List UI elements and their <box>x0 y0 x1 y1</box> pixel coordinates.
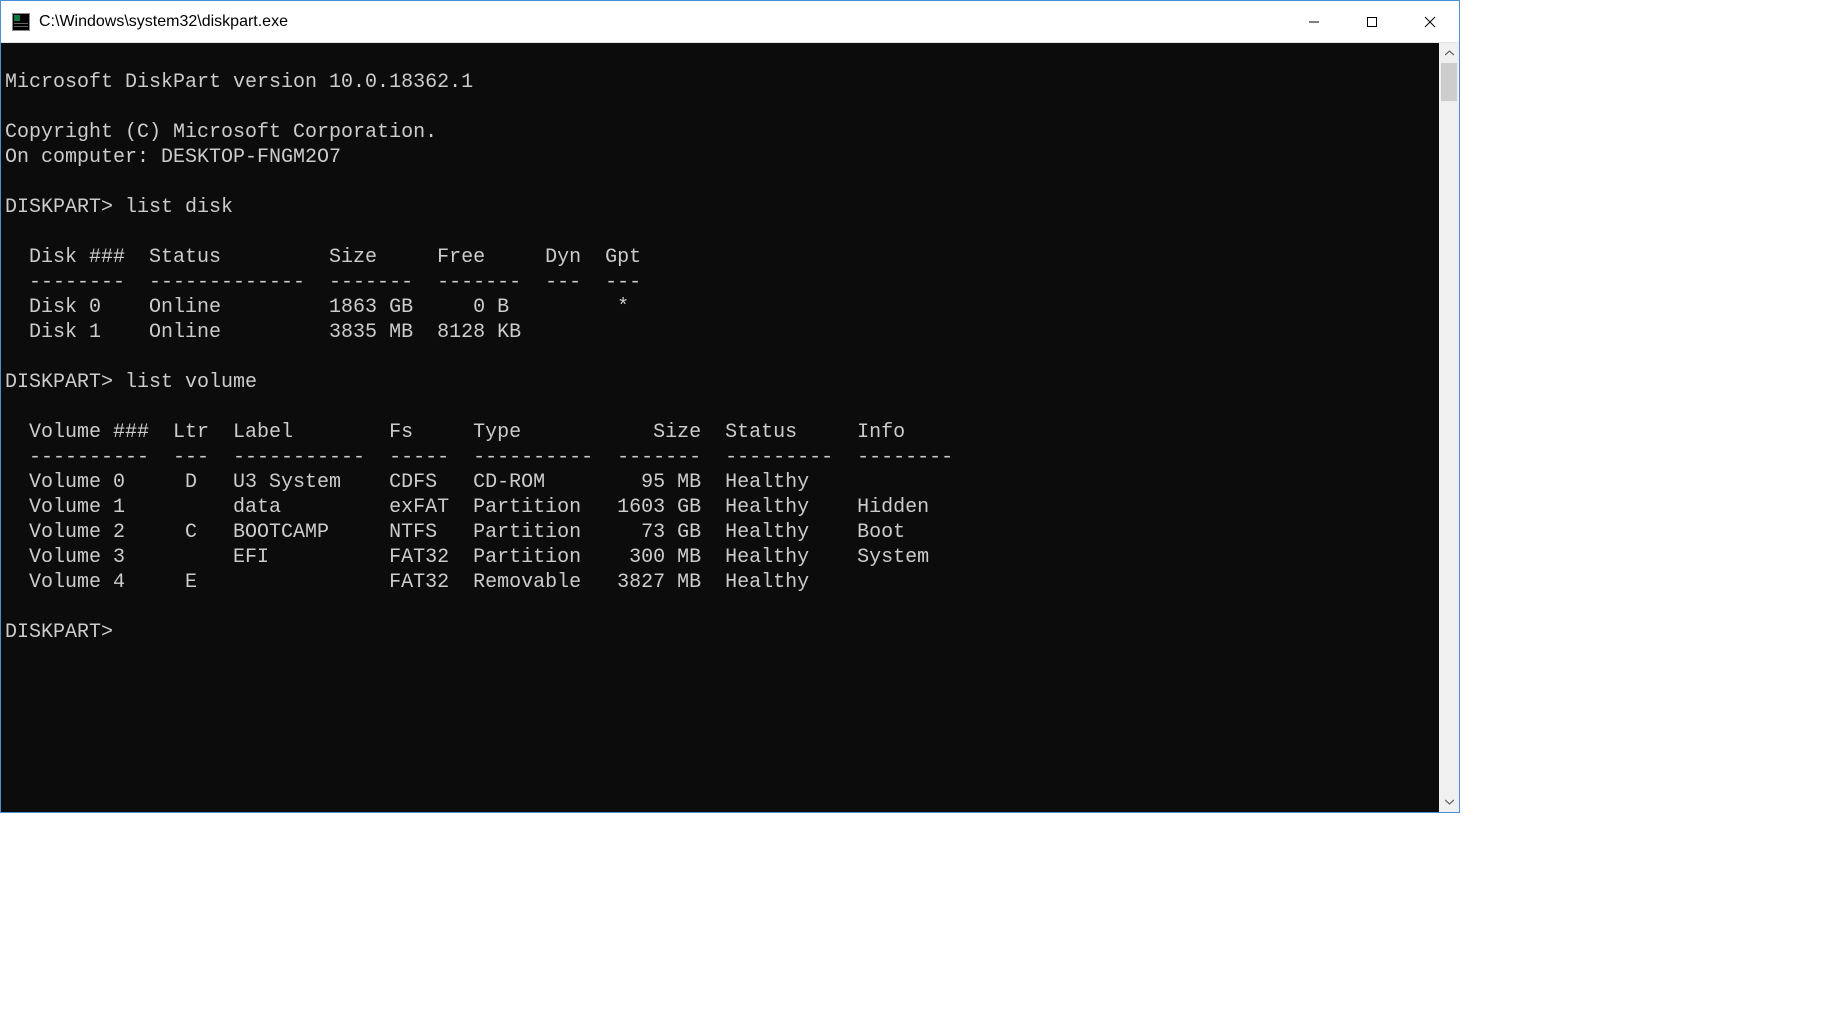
titlebar[interactable]: C:\Windows\system32\diskpart.exe <box>1 1 1459 43</box>
console-app-icon <box>11 12 31 32</box>
close-button[interactable] <box>1401 1 1459 42</box>
maximize-button[interactable] <box>1343 1 1401 42</box>
vertical-scrollbar[interactable] <box>1439 43 1459 812</box>
scroll-track[interactable] <box>1439 63 1459 792</box>
scroll-thumb[interactable] <box>1441 63 1457 101</box>
minimize-button[interactable] <box>1285 1 1343 42</box>
scroll-down-arrow[interactable] <box>1439 792 1459 812</box>
scroll-up-arrow[interactable] <box>1439 43 1459 63</box>
window-title: C:\Windows\system32\diskpart.exe <box>39 13 1285 31</box>
app-window: C:\Windows\system32\diskpart.exe Microso… <box>0 0 1460 813</box>
console-area: Microsoft DiskPart version 10.0.18362.1 … <box>1 43 1459 812</box>
window-controls <box>1285 1 1459 42</box>
console-output[interactable]: Microsoft DiskPart version 10.0.18362.1 … <box>1 43 1439 812</box>
